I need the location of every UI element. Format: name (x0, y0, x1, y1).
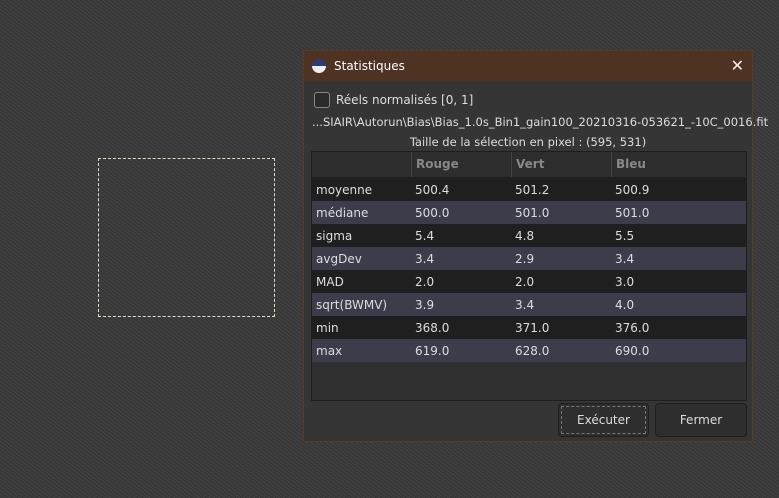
table-cell: 3.4 (515, 297, 535, 312)
table-row[interactable]: min 368.0 371.0 376.0 (312, 316, 746, 339)
close-button[interactable]: Fermer (655, 403, 747, 437)
dialog-title: Statistiques (334, 59, 405, 73)
close-icon[interactable]: ✕ (731, 56, 744, 75)
table-cell: 4.8 (515, 228, 535, 243)
table-cell: 500.9 (615, 182, 650, 197)
table-cell: 2.9 (515, 251, 535, 266)
file-path: ...SIAIR\Autorun\Bias\Bias_1.0s_Bin1_gai… (312, 115, 769, 129)
header-cell[interactable] (312, 152, 411, 177)
table-cell: sigma (316, 228, 353, 243)
selection-rectangle[interactable] (98, 158, 275, 317)
statistics-dialog: Statistiques ✕ Réels normalisés [0, 1] .… (303, 50, 768, 442)
table-cell: médiane (316, 205, 369, 220)
table-cell: 3.4 (615, 251, 635, 266)
table-cell: 5.5 (615, 228, 635, 243)
table-cell: 3.0 (615, 274, 635, 289)
table-cell: 500.4 (415, 182, 450, 197)
header-cell[interactable]: Vert (511, 152, 611, 177)
table-row[interactable]: médiane 500.0 501.0 501.0 (312, 201, 746, 224)
table-cell: moyenne (316, 182, 373, 197)
table-cell: 501.0 (515, 205, 550, 220)
normalized-checkbox[interactable]: Réels normalisés [0, 1] (314, 92, 473, 108)
table-cell: max (316, 343, 343, 358)
run-button[interactable]: Exécuter (558, 403, 649, 437)
title-bar[interactable]: Statistiques ✕ (304, 51, 752, 81)
header-cell[interactable]: Bleu (611, 152, 711, 177)
table-row[interactable]: sigma 5.4 4.8 5.5 (312, 224, 746, 247)
table-cell: 690.0 (615, 343, 650, 358)
table-cell: 5.4 (415, 228, 435, 243)
table-cell: 2.0 (415, 274, 435, 289)
checkbox-label: Réels normalisés [0, 1] (336, 93, 474, 107)
table-cell: 2.0 (515, 274, 535, 289)
stats-table: Rouge Vert Bleu moyenne 500.4 501.2 500.9 mé… (311, 151, 747, 401)
table-row[interactable]: sqrt(BWMV) 3.9 3.4 4.0 (312, 293, 746, 316)
table-cell: 628.0 (515, 343, 550, 358)
table-cell: 368.0 (415, 320, 450, 335)
table-cell: 376.0 (615, 320, 650, 335)
table-cell: 4.0 (615, 297, 635, 312)
checkbox-box[interactable] (314, 92, 330, 108)
table-cell: sqrt(BWMV) (316, 297, 388, 312)
table-cell: 501.0 (615, 205, 650, 220)
table-row[interactable]: MAD 2.0 2.0 3.0 (312, 270, 746, 293)
header-cell[interactable]: Rouge (411, 152, 511, 177)
table-row[interactable]: moyenne 500.4 501.2 500.9 (312, 178, 746, 201)
table-cell: 619.0 (415, 343, 450, 358)
table-cell: 3.9 (415, 297, 435, 312)
table-cell: MAD (316, 274, 344, 289)
table-cell: avgDev (316, 251, 362, 266)
table-header: Rouge Vert Bleu (312, 152, 746, 178)
table-row[interactable]: max 619.0 628.0 690.0 (312, 339, 746, 362)
table-cell: 371.0 (515, 320, 550, 335)
table-cell: 501.2 (515, 182, 550, 197)
app-icon (312, 59, 326, 73)
table-cell: 500.0 (415, 205, 450, 220)
table-cell: min (316, 320, 339, 335)
table-row[interactable]: avgDev 3.4 2.9 3.4 (312, 247, 746, 270)
table-cell: 3.4 (415, 251, 435, 266)
selection-size: Taille de la sélection en pixel : (595, … (409, 135, 647, 149)
